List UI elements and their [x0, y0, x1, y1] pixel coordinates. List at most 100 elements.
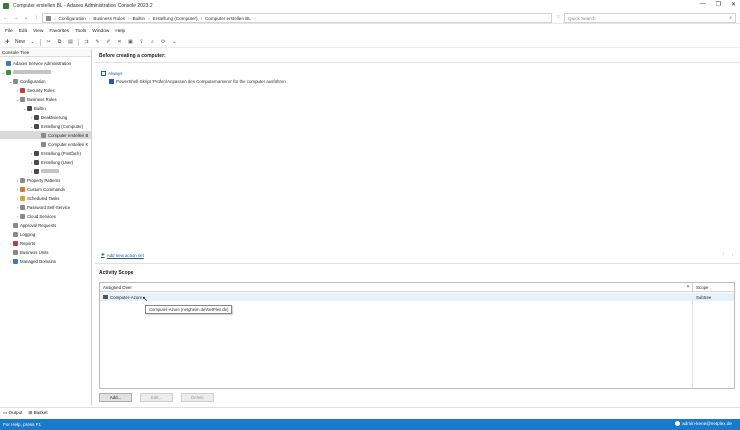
back-arrow-icon[interactable]: ←	[2, 15, 10, 21]
breadcrumb-erstellung-computer[interactable]: Erstellung (Computer)	[153, 16, 198, 21]
close-button[interactable]: ✕	[731, 1, 736, 8]
tab-basket[interactable]: ⊞ Basket	[28, 410, 47, 416]
tree-item[interactable]: › Deaktivierung	[0, 113, 91, 121]
tab-output[interactable]: ▭ Output	[3, 410, 22, 416]
tree-item[interactable]: › Property Patterns	[0, 176, 91, 184]
quick-search-placeholder: Quick Search	[568, 15, 596, 21]
column-header-assigned-over[interactable]: Assigned Over	[100, 283, 684, 292]
tree-item[interactable]: › Scheduled Tasks	[0, 194, 91, 202]
ou-folder-icon	[103, 295, 108, 299]
node-icon	[13, 222, 18, 228]
action-item[interactable]: PowerShell-Skript 'Prüfen/Anpassen des C…	[109, 79, 286, 84]
breadcrumb-configuration[interactable]: Configuration	[59, 16, 86, 21]
more-icon[interactable]: ⌄	[171, 39, 178, 46]
menu-tools[interactable]: Tools	[75, 29, 86, 34]
console-tree-panel: Console Tree Adaxes Service Administrati…	[0, 49, 92, 405]
column-header-scope[interactable]: Scope	[692, 283, 736, 292]
cut-icon[interactable]: ✂	[45, 39, 52, 46]
tree-item[interactable]: Computer erstellen K	[0, 140, 91, 148]
export-icon[interactable]: ⇪	[138, 39, 145, 46]
menu-window[interactable]: Window	[92, 29, 109, 34]
breadcrumb-business-rules[interactable]: Business Rules	[93, 16, 125, 21]
tree-item[interactable]: › Custom Commands	[0, 185, 91, 193]
delete-button[interactable]: Delete	[181, 393, 214, 402]
activity-scope-title: Activity Scope	[99, 270, 134, 276]
new-icon[interactable]: ✚	[4, 39, 11, 46]
folder-icon	[34, 168, 39, 174]
navigation-bar: ← → ⌄ ↑ › Configuration › Business Rules…	[0, 12, 740, 24]
tree-item-label: Erstellung (User)	[41, 159, 74, 165]
tree-item-label: Managed Domains	[20, 258, 57, 264]
move-down-icon[interactable]: ↓	[732, 252, 735, 258]
search-icon[interactable]: ⌕	[729, 15, 732, 21]
tree-item-label: Business Rules	[27, 96, 57, 102]
tree-item[interactable]: ›	[0, 167, 91, 175]
redacted-label	[41, 169, 59, 173]
breadcrumb-builtin[interactable]: Builtin	[133, 16, 146, 21]
breadcrumb-computer-erstellen-bl[interactable]: Computer erstellen BL	[205, 16, 251, 21]
properties-icon[interactable]: ▣	[127, 39, 134, 46]
tree-item[interactable]: Logging	[0, 230, 91, 238]
redacted-label	[13, 70, 51, 74]
edit-button[interactable]: Edit...	[140, 393, 173, 402]
console-tree-header: Console Tree	[0, 49, 91, 57]
minimize-button[interactable]: —	[700, 1, 706, 8]
new-button[interactable]: New	[15, 39, 25, 45]
copy-icon[interactable]: ⧉	[56, 39, 63, 46]
delete-icon[interactable]: ✕	[116, 39, 123, 46]
table-row[interactable]: Computer-Azure Subtree	[100, 293, 734, 301]
menu-help[interactable]: Help	[115, 29, 125, 34]
tree-item[interactable]: › Password Self-Service	[0, 203, 91, 211]
tree-item-label: Erstellung (Postfach)	[41, 150, 81, 156]
edit-icon[interactable]: ✎	[94, 39, 101, 46]
find-icon[interactable]: ⌕	[149, 39, 156, 46]
tree-item-label: Builtin	[34, 105, 46, 111]
add-button[interactable]: Add...	[99, 393, 132, 402]
history-dropdown-icon[interactable]: ⌄	[22, 14, 30, 21]
tree-item[interactable]: ⌄ Business Rules	[0, 95, 91, 103]
window-title: Computer erstellen BL - Adaxes Administr…	[13, 2, 153, 9]
tree-item-label: Approval Requests	[20, 222, 57, 228]
tree-item[interactable]: ⌄ Configuration	[0, 77, 91, 85]
new-dropdown-icon[interactable]: ⌄	[29, 39, 36, 46]
add-action-set-link[interactable]: ✚ Add new action set	[101, 252, 144, 258]
refresh-icon[interactable]: ⟳	[160, 39, 167, 46]
reorder-controls: ↑ ↓	[722, 252, 734, 258]
tree-item[interactable]: Business Units	[0, 248, 91, 256]
tree-item[interactable]: › Reports	[0, 239, 91, 247]
forward-arrow-icon[interactable]: →	[12, 15, 20, 21]
tree-item[interactable]: Computer erstellen B	[0, 131, 91, 139]
menu-file[interactable]: File	[5, 29, 13, 34]
tree-item[interactable]: › Erstellung (Postfach)	[0, 149, 91, 157]
tree-item[interactable]: ⌄	[0, 68, 91, 76]
up-arrow-icon[interactable]: ↑	[32, 15, 40, 21]
menu-edit[interactable]: Edit	[19, 29, 27, 34]
tree-item[interactable]: › Cloud Services	[0, 212, 91, 220]
paste-icon[interactable]: ▤	[67, 39, 74, 46]
maximize-button[interactable]: ❐	[716, 1, 721, 8]
tree-item[interactable]: ⌄ Erstellung (Computer)	[0, 122, 91, 130]
status-bar: For Help, press F1 admin-kene@netplex.de	[0, 419, 740, 430]
tree-item-label: Business Units	[20, 249, 49, 255]
node-icon	[20, 213, 25, 219]
tree-item-label: Computer erstellen K	[48, 141, 89, 147]
menu-view[interactable]: View	[33, 29, 43, 34]
address-bar[interactable]: › Configuration › Business Rules › Built…	[42, 13, 552, 23]
move-icon[interactable]: ⇉	[83, 39, 90, 46]
tree-item[interactable]: Approval Requests	[0, 221, 91, 229]
tree-item[interactable]: › Security Roles	[0, 86, 91, 94]
remove-column-icon[interactable]: ✕	[684, 283, 692, 292]
folder-icon	[34, 114, 39, 120]
tree-item[interactable]: Adaxes Service Administration	[0, 59, 91, 67]
favorite-star-icon[interactable]: ☆	[556, 14, 560, 20]
tree-item[interactable]: › Erstellung (User)	[0, 158, 91, 166]
tree-item[interactable]: ⌄ Builtin	[0, 104, 91, 112]
move-up-icon[interactable]: ↑	[722, 252, 725, 258]
menu-favorites[interactable]: Favorites	[49, 29, 69, 34]
basket-icon: ⊞	[28, 409, 33, 415]
rename-icon[interactable]: ✐	[105, 39, 112, 46]
tree-item[interactable]: › Managed Domains	[0, 257, 91, 265]
quick-search-input[interactable]: Quick Search ⌕	[564, 13, 736, 23]
condition-always[interactable]: Always	[101, 71, 123, 76]
business-rule-icon	[46, 15, 51, 21]
